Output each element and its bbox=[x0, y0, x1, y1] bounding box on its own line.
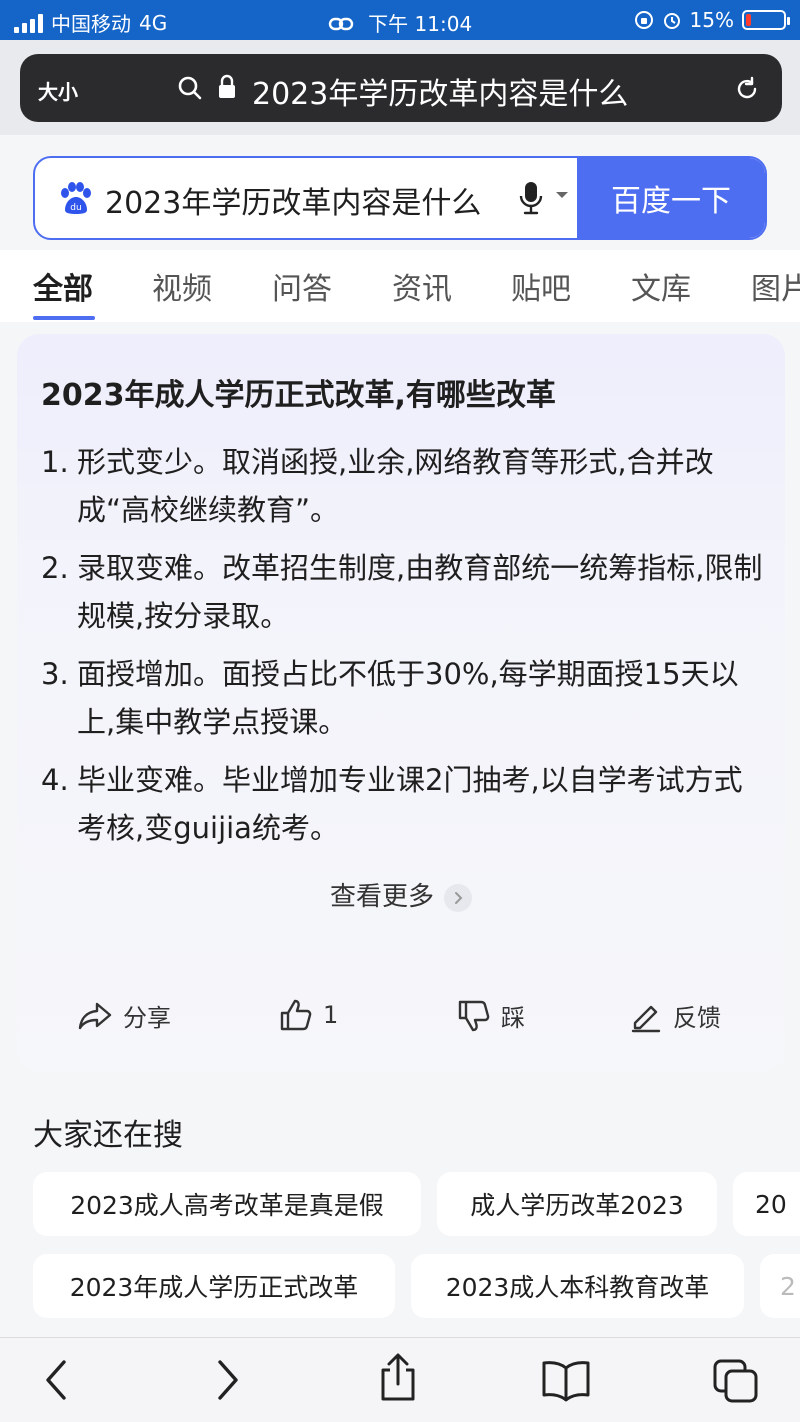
address-bar[interactable]: 大小 2023年学历改革内容是什么 bbox=[20, 54, 782, 122]
result-tabs: 全部 视频 问答 资讯 贴吧 文库 图片 bbox=[0, 250, 800, 322]
url-text: 2023年学历改革内容是什么 bbox=[252, 77, 629, 112]
thumbs-up-icon bbox=[280, 999, 312, 1031]
item-text: 面授增加。面授占比不低于30%,每学期面授15天以上,集中教学点授课。 bbox=[77, 657, 739, 739]
related-search-chip[interactable]: 2 bbox=[760, 1254, 800, 1318]
feedback-label: 反馈 bbox=[673, 1004, 721, 1032]
tab-news[interactable]: 资讯 bbox=[392, 264, 452, 308]
svg-text:du: du bbox=[70, 203, 81, 213]
rotation-lock-icon bbox=[634, 11, 653, 29]
item-number: 4. bbox=[41, 763, 69, 797]
related-search-chip[interactable]: 2023年成人学历正式改革 bbox=[33, 1254, 395, 1318]
like-count: 1 bbox=[323, 1001, 339, 1029]
battery-icon bbox=[742, 10, 790, 30]
share-sheet-icon[interactable] bbox=[376, 1352, 420, 1402]
item-number: 2. bbox=[41, 551, 69, 585]
dislike-label: 踩 bbox=[501, 1004, 525, 1032]
reload-icon[interactable] bbox=[734, 76, 760, 102]
item-number: 3. bbox=[41, 657, 69, 691]
tab-qa[interactable]: 问答 bbox=[272, 264, 332, 308]
clock: 下午 11:04 bbox=[368, 12, 473, 36]
related-searches-title: 大家还在搜 bbox=[33, 1118, 183, 1153]
answer-title: 2023年成人学历正式改革,有哪些改革 bbox=[41, 378, 556, 413]
answer-card: 2023年成人学历正式改革,有哪些改革 1. 形式变少。取消函授,业余,网络教育等… bbox=[17, 334, 785, 1072]
answer-list: 1. 形式变少。取消函授,业余,网络教育等形式,合并改成“高校继续教育”。 2. 录… bbox=[41, 438, 771, 862]
item-text: 录取变难。改革招生制度,由教育部统一统筹指标,限制规模,按分录取。 bbox=[77, 551, 763, 633]
feedback-button[interactable]: 反馈 bbox=[629, 998, 721, 1033]
tab-images[interactable]: 图片 bbox=[751, 264, 800, 308]
dislike-button[interactable]: 踩 bbox=[457, 998, 525, 1033]
thumbs-down-icon bbox=[458, 1000, 490, 1031]
search-button[interactable]: 百度一下 bbox=[577, 158, 765, 238]
related-search-chip[interactable]: 成人学历改革2023 bbox=[437, 1172, 717, 1236]
chevron-right-icon bbox=[444, 883, 472, 912]
forward-icon[interactable] bbox=[212, 1358, 244, 1402]
tab-wenku[interactable]: 文库 bbox=[631, 264, 691, 308]
search-icon bbox=[178, 76, 202, 100]
status-bar: 中国移动 4G 下午 11:04 15% bbox=[0, 0, 800, 40]
search-input[interactable]: 2023年学历改革内容是什么 bbox=[105, 178, 505, 222]
item-text: 毕业变难。毕业增加专业课2门抽考,以自学考试方式考核,变guijia统考。 bbox=[77, 763, 743, 845]
view-more-link[interactable]: 查看更多 bbox=[17, 876, 785, 913]
pencil-icon bbox=[631, 1005, 661, 1032]
tabs-icon[interactable] bbox=[712, 1358, 760, 1404]
related-search-chip[interactable]: 20 bbox=[733, 1172, 800, 1236]
tab-all[interactable]: 全部 bbox=[33, 264, 93, 308]
share-label: 分享 bbox=[123, 1004, 171, 1032]
back-icon[interactable] bbox=[40, 1358, 72, 1402]
battery-percent: 15% bbox=[689, 8, 734, 32]
like-button[interactable]: 1 bbox=[279, 998, 338, 1032]
active-tab-indicator bbox=[33, 316, 95, 320]
share-icon bbox=[78, 1002, 112, 1029]
tab-tieba[interactable]: 贴吧 bbox=[511, 264, 571, 308]
microphone-icon[interactable] bbox=[519, 180, 543, 216]
browser-toolbar bbox=[0, 1337, 800, 1422]
text-size-button[interactable]: 大小 bbox=[38, 76, 78, 105]
item-text: 形式变少。取消函授,业余,网络教育等形式,合并改成“高校继续教育”。 bbox=[77, 445, 714, 527]
item-number: 1. bbox=[41, 445, 69, 479]
bookmarks-icon[interactable] bbox=[540, 1358, 592, 1402]
related-search-chip[interactable]: 2023成人本科教育改革 bbox=[411, 1254, 744, 1318]
battery-fill bbox=[746, 14, 751, 26]
share-button[interactable]: 分享 bbox=[77, 998, 171, 1033]
baidu-paw-icon: du bbox=[61, 182, 91, 214]
browser-chrome: 大小 2023年学历改革内容是什么 bbox=[0, 40, 800, 135]
lock-icon bbox=[219, 74, 235, 98]
answer-actions: 分享 1 踩 反馈 bbox=[17, 998, 785, 1038]
tab-video[interactable]: 视频 bbox=[152, 264, 212, 308]
alarm-icon bbox=[663, 13, 680, 29]
answer-item-2: 2. 录取变难。改革招生制度,由教育部统一统筹指标,限制规模,按分录取。 bbox=[41, 544, 771, 640]
answer-item-4: 4. 毕业变难。毕业增加专业课2门抽考,以自学考试方式考核,变guijia统考。 bbox=[41, 756, 771, 852]
search-box: du 2023年学历改革内容是什么 百度一下 bbox=[33, 156, 767, 240]
answer-item-3: 3. 面授增加。面授占比不低于30%,每学期面授15天以上,集中教学点授课。 bbox=[41, 650, 771, 746]
view-more-label: 查看更多 bbox=[329, 882, 434, 912]
answer-item-1: 1. 形式变少。取消函授,业余,网络教育等形式,合并改成“高校继续教育”。 bbox=[41, 438, 771, 534]
related-search-chip[interactable]: 2023成人高考改革是真是假 bbox=[33, 1172, 421, 1236]
link-icon bbox=[328, 17, 354, 31]
chevron-down-icon[interactable] bbox=[555, 190, 569, 200]
